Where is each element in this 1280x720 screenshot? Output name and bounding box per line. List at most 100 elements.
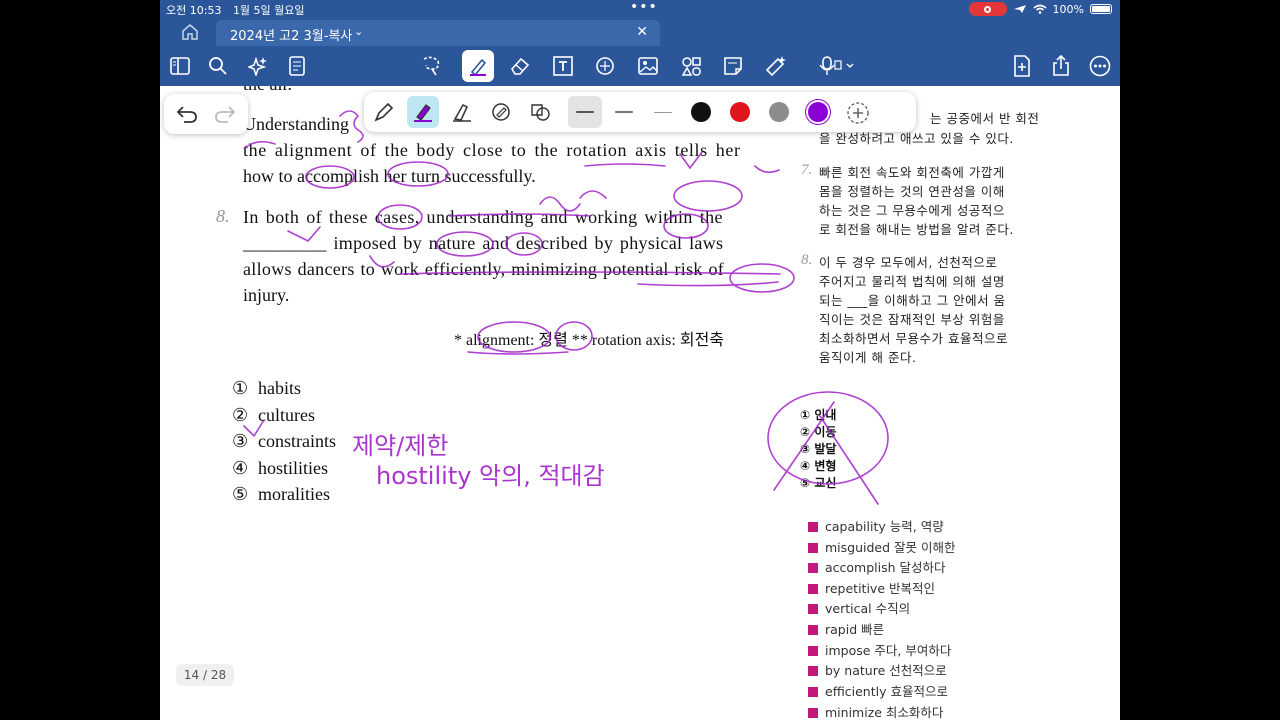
tab-title: 2024년 고2 3월-복사 [230,29,353,44]
color-swatch-gray[interactable] [769,102,789,122]
vocab-item: impose 주다, 부여하다 [808,640,951,659]
vocab-item: repetitive 반복적인 [808,578,935,597]
passage-line: _________ imposed by nature and describe… [243,233,724,253]
thickness-thin[interactable] [568,96,602,128]
highlighter-tool-icon[interactable] [407,96,439,128]
vocab-item: minimize 최소화하다 [808,702,943,720]
footnote: * alignment: 정렬 ** rotation axis: 회전축 [454,332,725,349]
passage-line: allows dancers to work efficiently, mini… [243,259,725,279]
color-swatch-purple[interactable] [808,102,828,122]
vocab-item: rapid 빠른 [808,619,884,638]
location-icon [1013,5,1026,13]
vocab-item: efficiently 효율적으로 [808,681,948,700]
page-indicator: 14 / 28 [176,664,234,686]
translation-line: 최소화하면서 무용수가 효율적으로 [819,331,1008,346]
undo-redo-palette [164,94,248,134]
shapes-icon[interactable] [592,53,618,79]
answer-option: ③ constraints [232,431,336,451]
highlighter-icon[interactable] [462,50,494,82]
vocab-item: vertical 수직의 [808,598,910,617]
undo-icon[interactable] [176,103,198,125]
share-icon[interactable] [1048,53,1074,79]
tape-icon[interactable] [763,53,789,79]
pen-settings-icon[interactable] [524,96,556,128]
ink-underline [584,163,666,167]
add-color-icon[interactable] [846,101,870,125]
tab-bar: 2024년 고2 3월-복사 ⌄ ✕ [160,18,1120,46]
translation-line: 빠른 회전 속도와 회전축에 가깝게 [819,165,1005,180]
more-icon[interactable] [1087,53,1113,79]
ink-circle [729,263,795,293]
pen-palette [364,92,916,132]
handwritten-note: hostility 악의, 적대감 [376,462,605,490]
search-icon[interactable] [205,53,231,79]
lasso-icon[interactable] [418,53,444,79]
eraser-icon[interactable] [507,53,533,79]
passage-line: Understanding [243,114,349,134]
passage-line: In both of these cases, understanding an… [243,207,723,227]
translation-line: 움직이게 해 준다. [819,350,917,365]
redo-icon[interactable] [214,103,236,125]
battery-percent: 100% [1052,2,1084,16]
korean-option: ⑤ 교신 [800,476,837,490]
wifi-icon [1033,4,1047,14]
add-page-icon[interactable] [1009,53,1035,79]
ink-stroke [754,165,780,174]
vocab-item: misguided 잘못 이해한 [808,537,956,556]
chevron-down-icon[interactable]: ⌄ [354,25,363,38]
ipad-screen: the air. Understanding the alignment of … [160,0,1120,720]
korean-option: ③ 발달 [800,442,837,456]
document-page[interactable]: the air. Understanding the alignment of … [160,74,1120,720]
answer-option: ④ hostilities [232,458,329,478]
translation-line: 하는 것은 그 무용수에게 성공적으 [819,203,1005,218]
sticky-note-icon[interactable] [720,53,746,79]
translation-line: 직이는 것은 잠재적인 부상 위험을 [819,312,1005,327]
passage-line: the alignment of the body close to the r… [243,140,741,160]
screen-recording-icon[interactable] [968,2,1007,16]
ink-stroke [579,190,607,199]
notes-icon[interactable] [284,53,310,79]
close-icon[interactable]: ✕ [636,24,648,40]
date: 1월 5일 월요일 [232,4,305,17]
document-tab[interactable]: 2024년 고2 3월-복사 ⌄ ✕ [216,20,660,46]
clock: 오전 10:53 [166,4,222,17]
microphone-icon[interactable] [815,53,859,79]
sidebar-icon[interactable] [167,53,193,79]
color-swatch-black[interactable] [691,102,711,122]
home-icon[interactable] [180,22,200,42]
answer-option: ① habits [232,378,301,398]
translation-line: 주어지고 물리적 법칙에 의해 설명 [819,274,1005,289]
passage-line: how to accomplish her turn successfully. [243,166,536,186]
korean-option: ② 이동 [800,425,837,439]
translation-line: 는 공중에서 반 회전 [930,111,1040,126]
shape-pen-icon[interactable] [485,96,517,128]
korean-option: ④ 변형 [800,459,837,473]
question-number: 8. [216,206,230,226]
thickness-thick[interactable] [646,96,680,128]
stickers-icon[interactable] [678,53,704,79]
color-swatch-red[interactable] [730,102,750,122]
ink-underline [637,281,779,287]
answer-option: ② cultures [232,405,315,425]
vocab-item: accomplish 달성하다 [808,557,946,576]
answer-option: ⑤ moralities [232,484,330,504]
translation-line: 로 회전을 해내는 방법을 알려 준다. [819,222,1014,237]
pencil-tool-icon[interactable] [446,96,478,128]
textbox-icon[interactable] [550,53,576,79]
translation-line: 몸을 정렬하는 것의 연관성을 이해 [819,184,1005,199]
pen-tool-icon[interactable] [368,96,400,128]
translation-number: 7. [801,162,813,178]
status-bar: 오전 10:53 1월 5일 월요일 ••• 100% [160,0,1120,18]
battery-icon [1090,4,1112,14]
thickness-medium[interactable] [607,96,641,128]
image-icon[interactable] [635,53,661,79]
ink-underline [467,351,569,355]
korean-option: ① 인내 [800,408,837,422]
translation-line: 되는 ___을 이해하고 그 안에서 움 [819,293,1006,308]
translation-line: 이 두 경우 모두에서, 선천적으로 [819,255,998,270]
handwritten-note: 제약/제한 [352,432,448,460]
ai-sparkle-icon[interactable] [245,53,271,79]
multitask-dots-icon[interactable]: ••• [630,0,658,14]
vocab-item: by nature 선천적으로 [808,660,947,679]
main-toolbar [160,46,1120,86]
